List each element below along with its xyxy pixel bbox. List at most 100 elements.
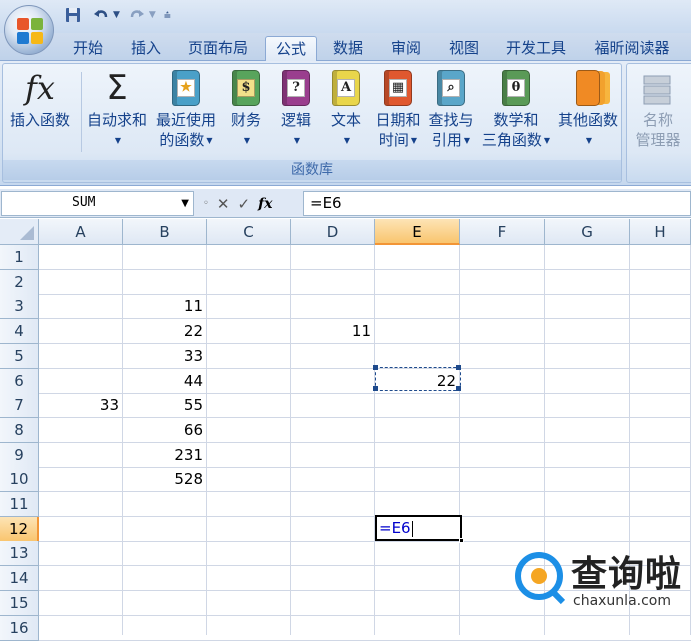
watermark-name: 查询啦: [571, 554, 683, 595]
tab-developer[interactable]: 开发工具: [496, 36, 576, 61]
lookup-reference-button[interactable]: ⌕ 查找与 引用 ▼: [425, 68, 477, 151]
row-header-11[interactable]: 11: [0, 492, 39, 517]
chevron-down-icon: ▼: [585, 135, 593, 145]
recently-used-button[interactable]: ★ 最近使用 的函数 ▼: [153, 68, 219, 151]
math-trig-button[interactable]: θ 数学和 三角函数 ▼: [478, 68, 554, 151]
function-library-label: 函数库: [3, 160, 621, 180]
name-box[interactable]: SUM ▼: [1, 191, 194, 216]
fill-handle[interactable]: [459, 538, 464, 543]
insert-function-label: 插入函数: [9, 111, 70, 129]
row-header-9[interactable]: 9: [0, 443, 39, 468]
separator: [81, 72, 82, 152]
row-header-14[interactable]: 14: [0, 566, 39, 591]
name-manager-button[interactable]: 名称 管理器: [629, 68, 687, 150]
text-label: 文本: [330, 111, 361, 129]
tab-formulas[interactable]: 公式: [265, 36, 317, 61]
cell-b9[interactable]: 231: [123, 443, 207, 467]
fx-icon: fx: [25, 69, 55, 107]
ribbon-tabs: 开始 插入 页面布局 公式 数据 审阅 视图 开发工具 福昕阅读器: [0, 33, 691, 61]
gridline: [459, 245, 460, 635]
tab-home[interactable]: 开始: [62, 36, 114, 61]
logical-button[interactable]: ? 逻辑 ▼: [273, 68, 319, 151]
row-header-16[interactable]: 16: [0, 616, 39, 641]
row-header-10[interactable]: 10: [0, 467, 39, 492]
recently-used-label-line2: 的函数: [159, 131, 205, 149]
enter-check-icon[interactable]: ✓: [237, 195, 250, 213]
row-header-3[interactable]: 3: [0, 294, 39, 319]
row-header-6[interactable]: 6: [0, 369, 39, 394]
tab-page-layout[interactable]: 页面布局: [178, 36, 258, 61]
cancel-icon[interactable]: ✕: [217, 195, 230, 213]
office-logo-icon: [17, 18, 43, 44]
tab-insert[interactable]: 插入: [120, 36, 172, 61]
formula-buttons: ◦ ✕ ✓ fx: [197, 191, 301, 216]
column-header-e[interactable]: E: [375, 219, 460, 245]
active-cell-editor[interactable]: =E6: [375, 515, 464, 543]
row-header-7[interactable]: 7: [0, 393, 39, 418]
row-header-1[interactable]: 1: [0, 245, 39, 270]
customize-qat-icon[interactable]: ⩮: [164, 8, 171, 23]
row-header-15[interactable]: 15: [0, 591, 39, 616]
office-button[interactable]: [4, 5, 54, 55]
book-magnifier-icon: ⌕: [434, 68, 468, 108]
chevron-down-icon[interactable]: ▼: [181, 198, 189, 209]
book-financial-icon: $: [229, 68, 263, 108]
column-header-d[interactable]: D: [291, 219, 375, 245]
autosum-label: 自动求和: [86, 111, 147, 129]
gridline: [290, 245, 291, 635]
save-icon[interactable]: [62, 5, 84, 25]
column-header-h[interactable]: H: [630, 219, 691, 245]
insert-function-icon[interactable]: fx: [258, 196, 272, 212]
cell-a7[interactable]: 33: [39, 393, 123, 417]
column-header-c[interactable]: C: [207, 219, 291, 245]
financial-button[interactable]: $ 财务 ▼: [223, 68, 269, 151]
column-header-f[interactable]: F: [460, 219, 545, 245]
chevron-down-icon: ▼: [243, 135, 251, 145]
cell-b8[interactable]: 66: [123, 418, 207, 442]
tab-review[interactable]: 审阅: [380, 36, 432, 61]
row-header-8[interactable]: 8: [0, 418, 39, 443]
column-header-b[interactable]: B: [123, 219, 207, 245]
row-header-12[interactable]: 12: [0, 517, 39, 542]
cell-b4[interactable]: 22: [123, 319, 207, 343]
row-header-4[interactable]: 4: [0, 319, 39, 344]
reference-marquee: [373, 365, 461, 391]
row-header-5[interactable]: 5: [0, 344, 39, 369]
more-functions-button[interactable]: 其他函数 ▼: [556, 68, 620, 151]
quick-access-toolbar: ▼ ▼ ⩮: [62, 3, 171, 27]
column-header-a[interactable]: A: [39, 219, 123, 245]
autosum-button[interactable]: Σ 自动求和 ▼: [83, 68, 151, 151]
cell-b6[interactable]: 44: [123, 369, 207, 393]
gridline: [39, 269, 691, 270]
text-book-glyph: A: [337, 79, 355, 97]
function-library-group: fx 插入函数 Σ 自动求和 ▼ ★ 最近使用 的函数 ▼ $ 财务 ▼ ? 逻辑…: [2, 63, 622, 183]
cell-b10[interactable]: 528: [123, 467, 207, 491]
row-header-2[interactable]: 2: [0, 270, 39, 295]
tab-view[interactable]: 视图: [438, 36, 490, 61]
date-time-label: 日期和: [375, 111, 421, 129]
tab-data[interactable]: 数据: [322, 36, 374, 61]
name-manager-icon: [641, 68, 675, 108]
cell-b7[interactable]: 55: [123, 393, 207, 417]
text-button[interactable]: A 文本 ▼: [323, 68, 369, 151]
chevron-down-icon: ▼: [343, 135, 351, 145]
undo-dropdown-icon[interactable]: ▼: [113, 10, 120, 20]
row-header-13[interactable]: 13: [0, 541, 39, 566]
book-theta-icon: θ: [499, 68, 533, 108]
formula-input[interactable]: =E6: [303, 191, 691, 216]
cell-b3[interactable]: 11: [123, 294, 207, 318]
name-box-value: SUM: [72, 195, 96, 210]
tab-foxit-reader[interactable]: 福昕阅读器: [582, 36, 682, 61]
undo-icon[interactable]: [90, 5, 112, 25]
chevron-down-icon: ▼: [206, 135, 213, 145]
cell-d4[interactable]: 11: [291, 319, 375, 343]
insert-function-button[interactable]: fx 插入函数: [5, 68, 75, 130]
book-question-icon: ?: [279, 68, 313, 108]
column-header-g[interactable]: G: [545, 219, 630, 245]
gridline: [39, 491, 691, 492]
cell-b5[interactable]: 33: [123, 344, 207, 368]
redo-icon[interactable]: [126, 5, 148, 25]
select-all-corner[interactable]: [0, 219, 39, 245]
redo-dropdown-icon[interactable]: ▼: [149, 10, 156, 20]
date-time-button[interactable]: ▦ 日期和 时间 ▼: [373, 68, 423, 151]
